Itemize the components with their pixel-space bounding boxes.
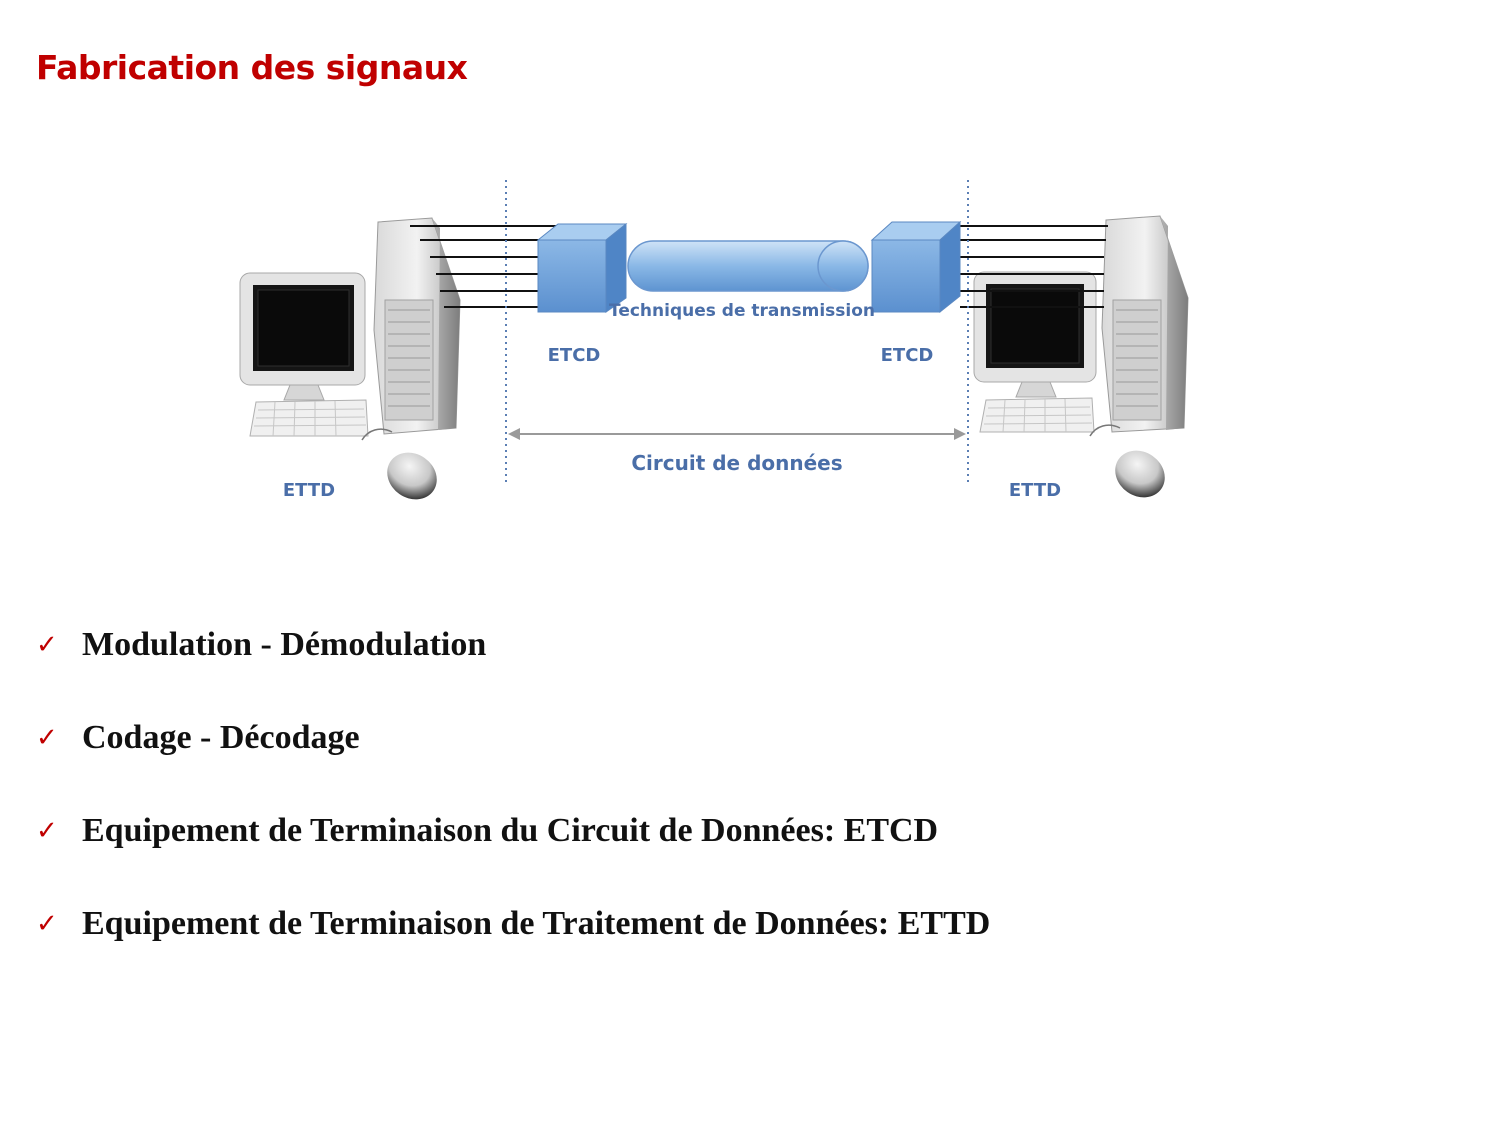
channel-label: Techniques de transmission [609,301,875,321]
check-icon: ✓ [36,816,58,846]
left-terminal-label: ETTD [283,480,335,501]
computer-tower-icon [373,217,461,435]
list-item: ✓ Equipement de Terminaison du Circuit d… [36,804,990,858]
right-terminal-icon [973,215,1189,498]
bullet-text: Equipement de Terminaison du Circuit de … [82,812,939,849]
bullet-text: Codage - Décodage [82,719,360,756]
list-item: ✓ Codage - Décodage [36,711,990,765]
computer-tower-icon [1101,215,1189,433]
check-icon: ✓ [36,909,58,939]
keyboard-icon [249,399,369,437]
left-terminal-icon [239,217,461,500]
left-modem-label: ETCD [548,345,601,366]
list-item: ✓ Equipement de Terminaison de Traitemen… [36,897,990,951]
check-icon: ✓ [36,630,58,660]
monitor-icon [239,272,366,401]
left-modem-icon [536,222,628,313]
bullet-text: Equipement de Terminaison de Traitement … [82,905,991,942]
list-item: ✓ Modulation - Démodulation [36,618,990,672]
bullet-list: ✓ Modulation - Démodulation ✓ Codage - D… [36,618,990,990]
right-modem-label: ETCD [881,345,934,366]
check-icon: ✓ [36,723,58,753]
bullet-text: Modulation - Démodulation [82,626,487,663]
circuit-arrow [508,428,966,440]
right-terminal-label: ETTD [1009,480,1061,501]
right-modem-icon [870,220,962,314]
transmission-diagram: Techniques de transmission ETCD ETCD Cir… [239,180,1189,501]
keyboard-icon [979,397,1095,433]
circuit-label: Circuit de données [631,451,842,475]
mouse-icon [361,428,437,500]
transmission-channel-icon [627,240,869,292]
mouse-icon [1089,424,1165,498]
